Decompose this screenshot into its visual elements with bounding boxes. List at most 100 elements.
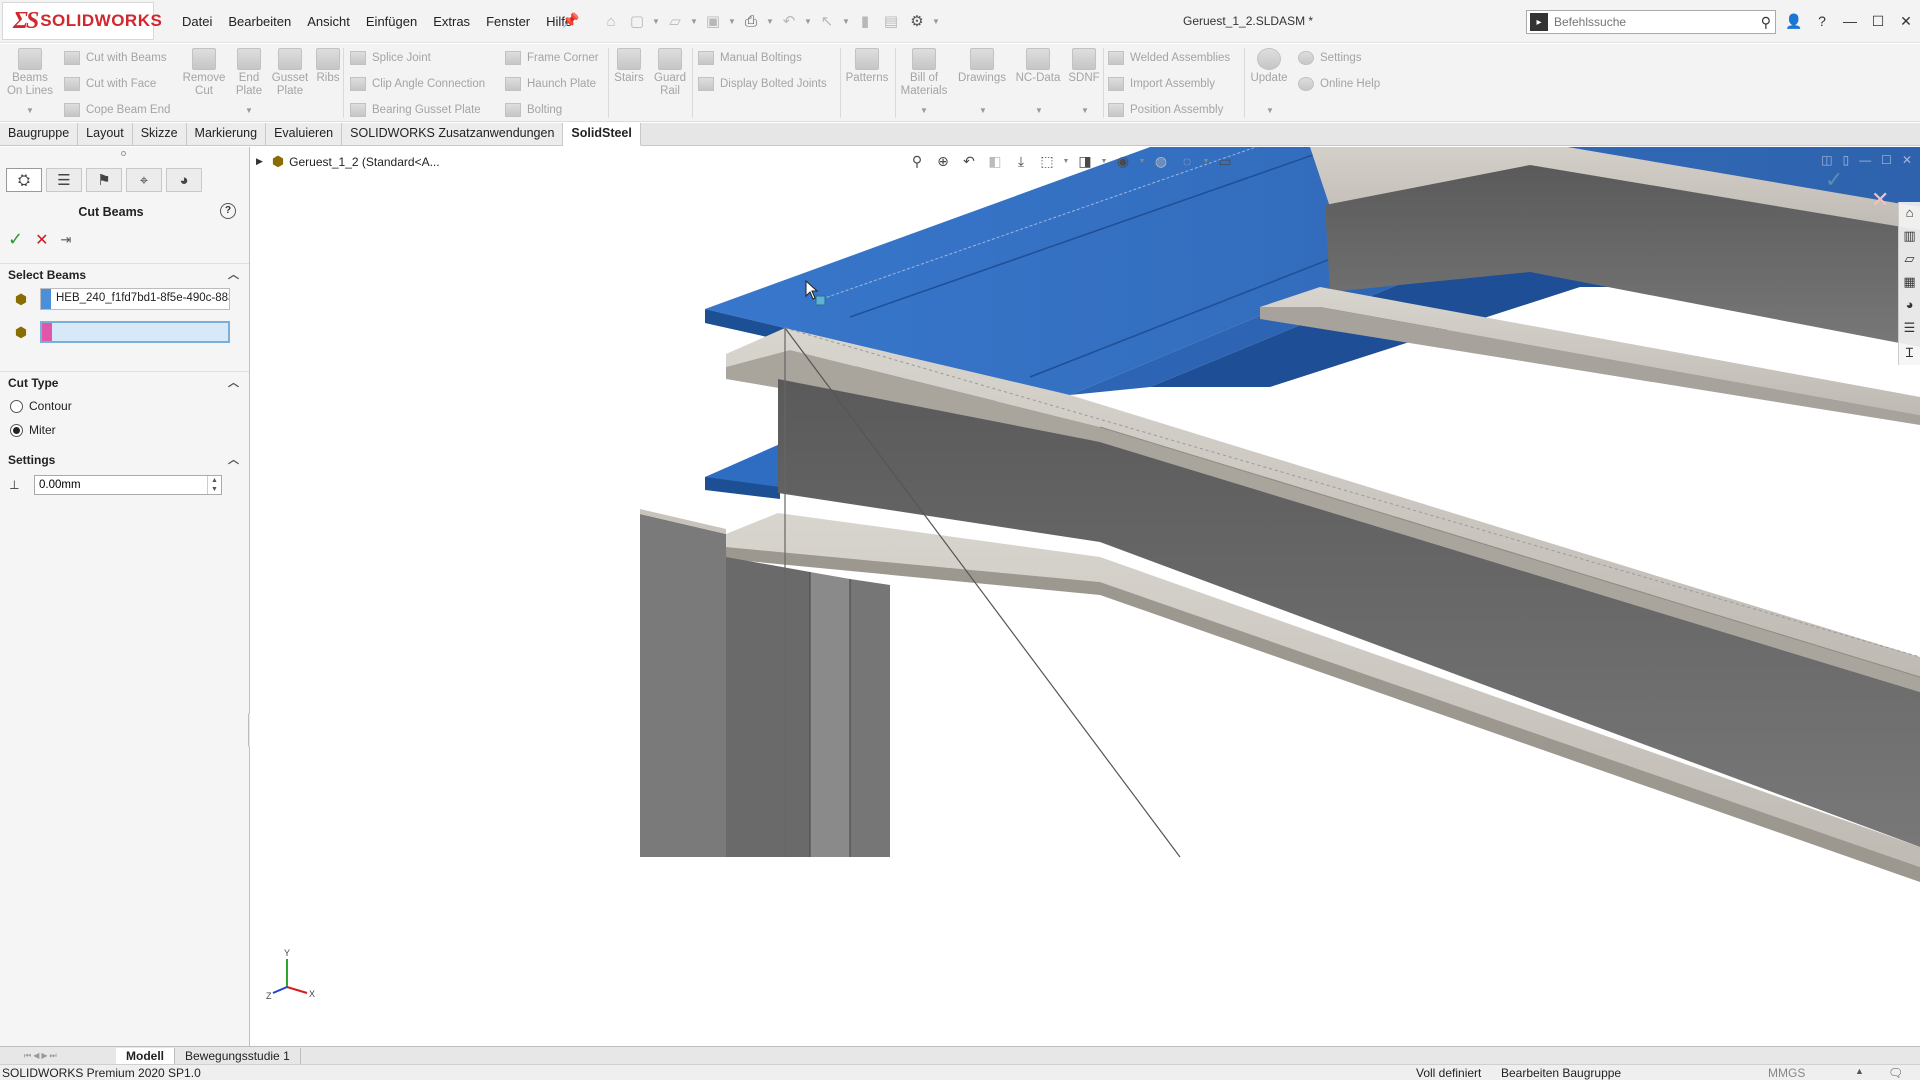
beam-selection-box-2[interactable] — [40, 321, 230, 343]
chevron-down-icon[interactable]: ▼ — [920, 106, 928, 115]
next-tab-icon[interactable]: ▶ — [41, 1051, 47, 1061]
radio-button-selected[interactable] — [10, 423, 23, 437]
chevron-down-icon[interactable]: ▼ — [1138, 158, 1146, 165]
cut-type-contour-radio[interactable]: Contour — [10, 399, 72, 413]
search-input[interactable] — [1554, 15, 1734, 29]
bearing-gusset-plate-button[interactable]: Bearing Gusset Plate — [350, 100, 481, 120]
model-view[interactable] — [250, 147, 1920, 1047]
help-icon[interactable]: ? — [1812, 10, 1832, 32]
chevron-down-icon[interactable]: ▼ — [1035, 106, 1043, 115]
patterns-button[interactable]: Patterns — [842, 48, 892, 85]
selection-handle[interactable] — [815, 295, 826, 306]
open-folder-icon[interactable]: ▱ — [664, 10, 686, 32]
settings-button[interactable]: Settings — [1298, 48, 1362, 68]
spinner-icon[interactable]: ▲ ▼ — [207, 476, 221, 494]
tab-baugruppe[interactable]: Baugruppe — [0, 123, 79, 145]
select-beams-group[interactable]: Select Beams ︿ — [0, 263, 249, 285]
chevron-down-icon[interactable]: ▼ — [728, 17, 736, 26]
ok-check-icon[interactable]: ✓ — [8, 229, 23, 250]
last-tab-icon[interactable]: ⏭ — [50, 1051, 57, 1061]
main-beam[interactable] — [726, 328, 1920, 882]
help-bubble-icon[interactable]: 🗨 — [1888, 1066, 1903, 1080]
user-icon[interactable]: 👤 — [1784, 10, 1804, 32]
feature-manager-icon[interactable]: ⛭ — [6, 168, 42, 192]
chevron-down-icon[interactable]: ▼ — [1062, 158, 1070, 165]
custom-properties-icon[interactable]: ☰ — [1901, 320, 1919, 339]
chevron-up-icon[interactable]: ︿ — [228, 266, 239, 282]
clip-angle-connection-button[interactable]: Clip Angle Connection — [350, 74, 485, 94]
chevron-down-icon[interactable]: ▼ — [1202, 158, 1210, 165]
chevron-down-icon[interactable]: ▼ — [932, 17, 940, 26]
close-icon[interactable]: ✕ — [1902, 153, 1912, 167]
online-help-button[interactable]: Online Help — [1298, 74, 1380, 94]
dynamic-annotation-icon[interactable]: ⤓ — [1010, 151, 1032, 171]
design-library-icon[interactable]: ▥ — [1901, 228, 1919, 247]
cut-type-group[interactable]: Cut Type ︿ — [0, 371, 249, 393]
select-arrow-icon[interactable]: ↖ — [816, 10, 838, 32]
confirmation-ok-icon[interactable]: ✓ — [1825, 167, 1843, 193]
solidworks-logo[interactable]: ƩS SOLIDWORKS — [2, 2, 162, 40]
pushpin-icon[interactable]: ⇥ — [61, 232, 72, 248]
pin-menu-icon[interactable]: 📌 — [562, 12, 579, 29]
save-icon[interactable]: ▣ — [702, 10, 724, 32]
print-icon[interactable]: ⎙ — [740, 10, 762, 32]
settings-group[interactable]: Settings ︿ — [0, 449, 249, 471]
nc-data-button[interactable]: NC-Data — [1014, 48, 1062, 85]
tab-evaluieren[interactable]: Evaluieren — [266, 123, 343, 145]
end-plate-button[interactable]: End Plate — [234, 48, 264, 98]
confirmation-cancel-icon[interactable]: ✕ — [1871, 187, 1889, 213]
help-icon[interactable]: ? — [220, 203, 236, 219]
chevron-down-icon[interactable]: ▼ — [26, 106, 34, 115]
remove-cut-button[interactable]: Remove Cut — [180, 48, 228, 98]
cope-beam-end-button[interactable]: Cope Beam End — [64, 100, 170, 120]
tab-zusatzanwendungen[interactable]: SOLIDWORKS Zusatzanwendungen — [342, 123, 564, 145]
tab-solidsteel[interactable]: SolidSteel — [563, 123, 641, 146]
maximize-icon[interactable]: ☐ — [1881, 153, 1892, 167]
expand-arrow-icon[interactable]: ▶ — [256, 156, 263, 167]
drawings-button[interactable]: Drawings — [956, 48, 1008, 85]
tab-skizze[interactable]: Skizze — [132, 123, 187, 145]
chevron-down-icon[interactable]: ▼ — [842, 17, 850, 26]
beam-selection-box-1[interactable]: HEB_240_f1fd7bd1-8f5e-490c-8836 — [40, 288, 230, 310]
chevron-down-icon[interactable]: ▼ — [690, 17, 698, 26]
graphics-area[interactable]: ▶ ⬢ Geruest_1_2 (Standard<A... ⚲ ⊕ ↶ ◧ ⤓… — [250, 147, 1920, 1047]
zoom-to-area-icon[interactable]: ⊕ — [932, 151, 954, 171]
menu-extras[interactable]: Extras — [425, 12, 478, 31]
chevron-down-icon[interactable]: ▼ — [804, 17, 812, 26]
hide-show-items-icon[interactable]: ◉ — [1112, 151, 1134, 171]
display-bolted-joints-button[interactable]: Display Bolted Joints — [698, 74, 827, 94]
cut-with-face-button[interactable]: Cut with Face — [64, 74, 156, 94]
cancel-x-icon[interactable]: ✕ — [35, 230, 48, 250]
display-style-icon[interactable]: ◨ — [1074, 151, 1096, 171]
import-assembly-button[interactable]: Import Assembly — [1108, 74, 1215, 94]
frame-corner-button[interactable]: Frame Corner — [505, 48, 599, 68]
maximize-icon[interactable]: ☐ — [1868, 10, 1888, 32]
command-search[interactable]: ▸ ⚲ — [1526, 10, 1776, 34]
zoom-to-fit-icon[interactable]: ⚲ — [906, 151, 928, 171]
solidsteel-icon[interactable]: Ɪ — [1901, 343, 1919, 362]
restore-icon[interactable]: ◫ — [1821, 153, 1832, 167]
chevron-up-icon[interactable]: ︿ — [228, 451, 239, 467]
minimize-icon[interactable]: — — [1840, 10, 1860, 32]
chevron-down-icon[interactable]: ▼ — [652, 17, 660, 26]
rebuild-icon[interactable]: ▮ — [854, 10, 876, 32]
tab-markierung[interactable]: Markierung — [186, 123, 267, 145]
beams-on-lines-button[interactable]: Beams On Lines — [6, 48, 54, 98]
previous-view-icon[interactable]: ↶ — [958, 151, 980, 171]
bill-of-materials-button[interactable]: Bill of Materials — [898, 48, 950, 98]
update-button[interactable]: Update — [1248, 48, 1290, 85]
display-manager-icon[interactable]: ◕ — [166, 168, 202, 192]
minimize-icon[interactable]: — — [1859, 153, 1871, 167]
menu-einfuegen[interactable]: Einfügen — [358, 12, 425, 31]
cut-with-beams-button[interactable]: Cut with Beams — [64, 48, 167, 68]
section-view-icon[interactable]: ◧ — [984, 151, 1006, 171]
radio-button[interactable] — [10, 399, 23, 413]
view-palette-icon[interactable]: ▦ — [1901, 274, 1919, 293]
chevron-down-icon[interactable]: ▼ — [1081, 106, 1089, 115]
dimxpert-icon[interactable]: ⌖ — [126, 168, 162, 192]
search-icon[interactable]: ⚲ — [1761, 14, 1771, 31]
view-settings-icon[interactable]: ▭ — [1214, 151, 1236, 171]
position-assembly-button[interactable]: Position Assembly — [1108, 100, 1223, 120]
haunch-plate-button[interactable]: Haunch Plate — [505, 74, 596, 94]
file-properties-icon[interactable]: ▤ — [880, 10, 902, 32]
